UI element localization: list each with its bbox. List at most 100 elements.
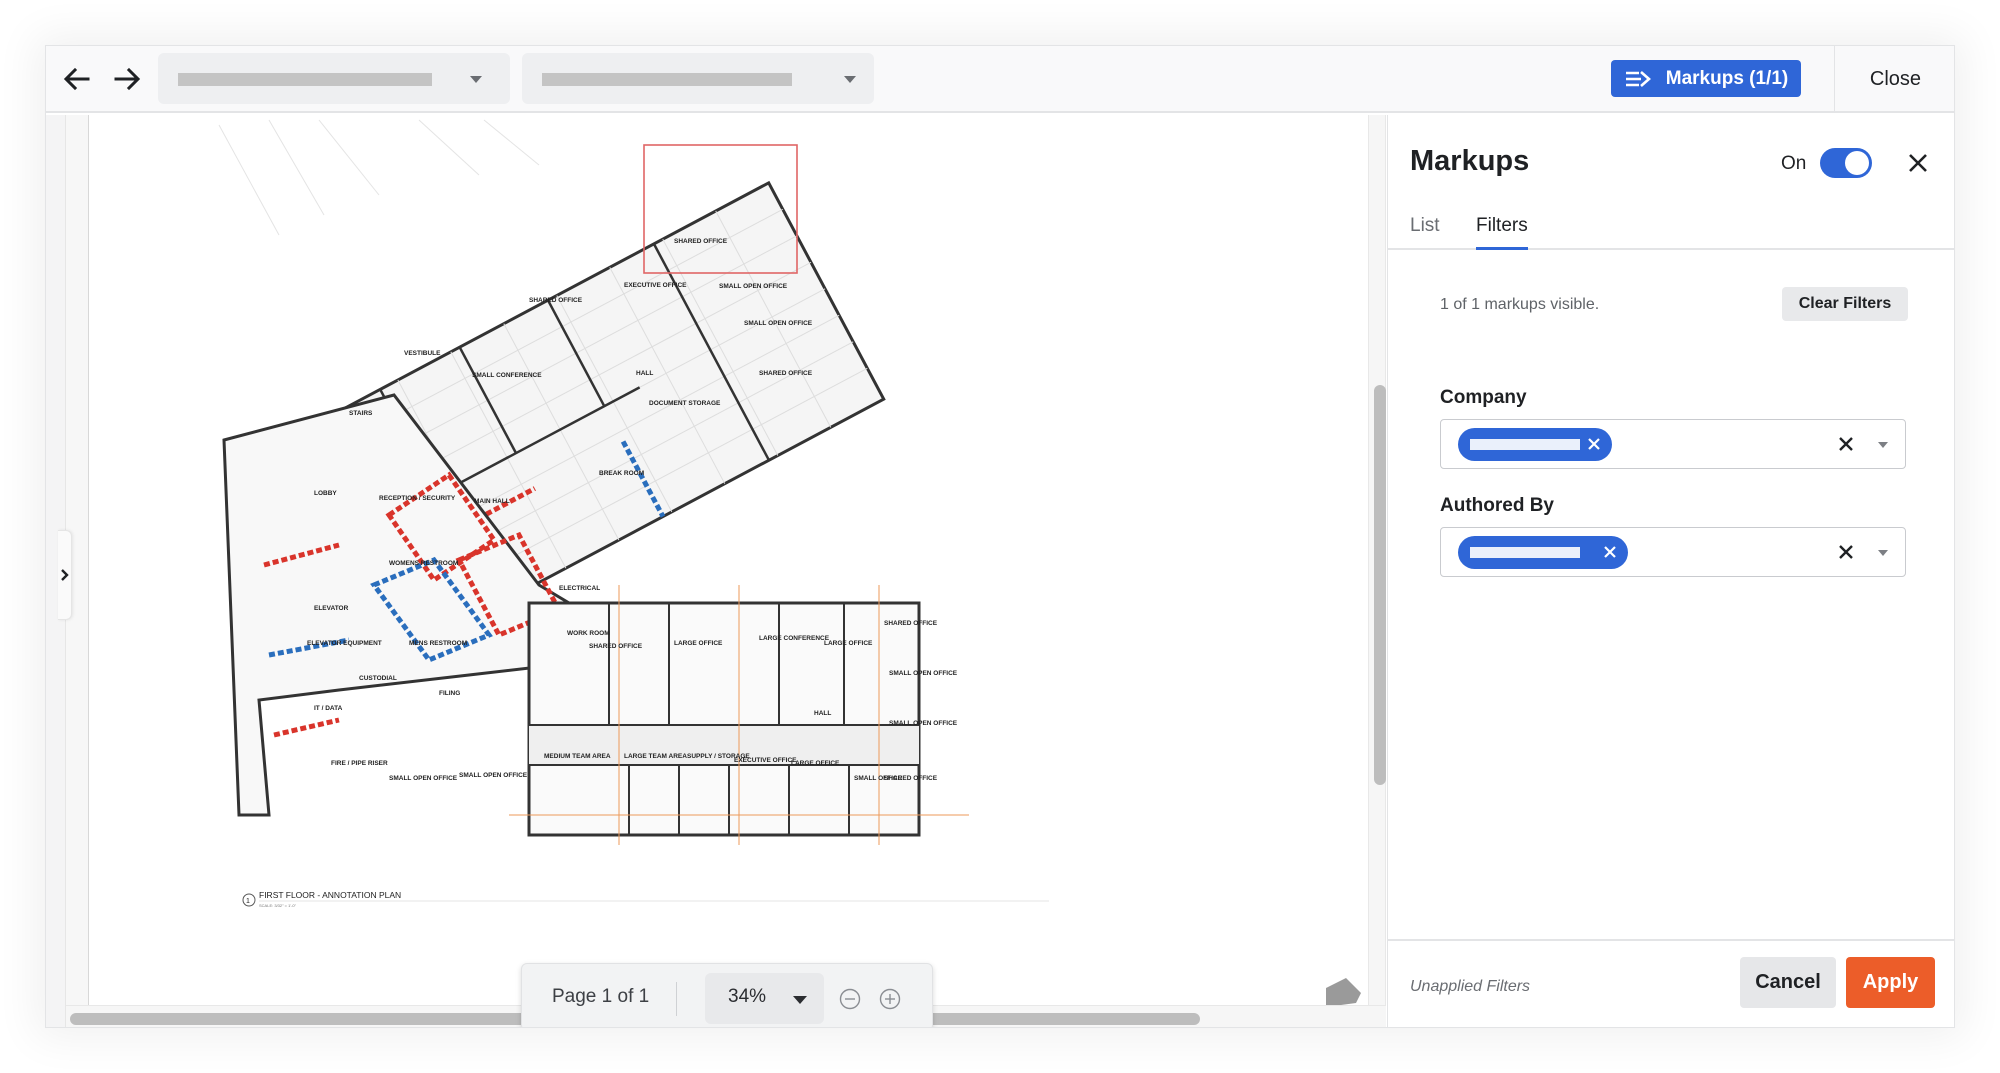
floor-plan: SHARED OFFICE SMALL OPEN OFFICE SMALL OP… [218,119,1049,908]
remove-chip-icon[interactable] [1602,544,1618,560]
room-label: VESTIBULE [404,350,441,357]
drawing-select[interactable] [158,53,510,104]
close-button-label: Close [1869,68,1922,90]
close-icon[interactable] [1906,151,1930,175]
drawing-select-value [178,73,432,86]
room-label: WORK ROOM [567,630,610,637]
panel-footer: Unapplied Filters Cancel Apply [1388,939,1954,1027]
authored-by-label: Authored By [1440,495,1554,516]
panel-tabs: List Filters [1388,215,1954,250]
markups-arrow-icon [1625,70,1651,87]
room-label: LARGE OFFICE [791,760,840,767]
drawing-viewer-window: Markups (1/1) Close SHARED OFFICE SMALL … [45,45,1955,1028]
chevron-down-icon[interactable] [1878,550,1888,556]
unapplied-filters-status: Unapplied Filters [1410,978,1531,995]
room-label: LARGE OFFICE [674,640,723,647]
chevron-down-icon [470,76,482,83]
chevron-down-icon [793,996,807,1004]
chevron-right-icon [60,569,69,581]
room-label: DOCUMENT STORAGE [649,400,721,407]
room-label: SMALL OPEN OFFICE [889,670,958,677]
arrow-right-icon [114,67,141,91]
room-label: SHARED OFFICE [589,643,643,650]
cancel-button[interactable]: Cancel [1740,957,1836,1008]
room-label: EXECUTIVE OFFICE [624,282,687,289]
room-label: LARGE TEAM AREA [624,753,687,760]
vertical-scrollbar[interactable] [1368,115,1386,1005]
markups-panel: Markups On List Filters 1 of 1 markups v… [1387,115,1954,1027]
room-label: BREAK ROOM [599,470,644,477]
room-label: FILING [439,690,460,697]
remove-chip-icon[interactable] [1586,436,1602,452]
company-chip[interactable] [1458,428,1612,461]
room-label: LOBBY [314,490,337,497]
markups-button-label: Markups (1/1) [1665,67,1789,89]
room-label: MAIN HALL [474,498,510,505]
room-label: RECEPTION / SECURITY [379,495,456,502]
tab-list[interactable]: List [1410,215,1440,250]
room-label: SMALL CONFERENCE [472,372,542,379]
key-plan: KEY PLAN [1326,978,1361,1005]
toggle-label: On [1781,153,1807,174]
company-multiselect[interactable] [1440,419,1906,469]
clear-selection-icon[interactable] [1837,435,1855,453]
drawing-sheet[interactable]: SHARED OFFICE SMALL OPEN OFFICE SMALL OP… [88,115,1368,1005]
zoom-level-value: 34% [728,986,767,1007]
room-label: LARGE CONFERENCE [759,635,830,642]
apply-button[interactable]: Apply [1846,957,1935,1008]
revision-select[interactable] [522,53,874,104]
arrow-left-icon [63,67,90,91]
chevron-down-icon [844,76,856,83]
room-label: SMALL OPEN OFFICE [719,283,788,290]
markups-visibility-toggle[interactable] [1820,148,1872,178]
divider [676,982,677,1016]
clear-selection-icon[interactable] [1837,543,1855,561]
expand-sidebar-button[interactable] [58,530,72,620]
clear-filters-button[interactable]: Clear Filters [1782,287,1908,321]
author-chip[interactable] [1458,536,1628,569]
back-button[interactable] [60,62,94,96]
room-label: SHARED OFFICE [674,238,728,245]
room-label: SMALL OFFICE [854,775,903,782]
drawing-number: 1 [246,898,250,905]
page-zoom-controls: Page 1 of 1 34% [521,963,933,1027]
room-label: ELEVATOR EQUIPMENT [307,640,382,647]
visible-count-text: 1 of 1 markups visible. [1440,296,1600,313]
room-label: WOMENS RESTROOM [389,560,458,567]
room-label: SMALL OPEN OFFICE [889,720,958,727]
room-label: STAIRS [349,410,373,417]
revision-select-value [542,73,792,86]
room-label: MEDIUM TEAM AREA [544,753,611,760]
room-label: SHARED OFFICE [884,620,938,627]
room-label: MENS RESTROOM [409,640,467,647]
tab-filters[interactable]: Filters [1476,215,1528,250]
drawing-title-block: 1 FIRST FLOOR - ANNOTATION PLAN SCALE: 3… [242,890,1049,908]
page-indicator: Page 1 of 1 [552,986,650,1007]
room-label: LARGE OFFICE [824,640,873,647]
close-button[interactable]: Close [1834,46,1954,113]
markups-button[interactable]: Markups (1/1) [1611,60,1801,97]
zoom-out-icon[interactable] [839,988,861,1010]
room-label: CUSTODIAL [359,675,397,682]
room-label: SHARED OFFICE [759,370,813,377]
room-label: ELEVATOR [314,605,349,612]
authored-by-multiselect[interactable] [1440,527,1906,577]
toggle-knob [1845,151,1869,175]
room-label: SMALL OPEN OFFICE [389,775,458,782]
zoom-level-select[interactable]: 34% [705,973,824,1024]
drawing-scale: SCALE: 3/32" = 1'-0" [259,903,297,908]
toolbar: Markups (1/1) Close [46,46,1954,113]
room-label: ELECTRICAL [559,585,600,592]
zoom-in-icon[interactable] [879,988,901,1010]
room-label: SMALL OPEN OFFICE [744,320,813,327]
chevron-down-icon[interactable] [1878,442,1888,448]
room-label: SHARED OFFICE [529,297,583,304]
room-label: EXECUTIVE OFFICE [734,757,797,764]
drawing-title: FIRST FLOOR - ANNOTATION PLAN [259,890,401,900]
vertical-scrollbar-thumb[interactable] [1374,385,1386,785]
room-label: IT / DATA [314,705,343,712]
room-label: FIRE / PIPE RISER [331,760,388,767]
forward-button[interactable] [110,62,144,96]
drawing-canvas[interactable]: SHARED OFFICE SMALL OPEN OFFICE SMALL OP… [46,115,1386,1027]
room-label: HALL [636,370,653,377]
